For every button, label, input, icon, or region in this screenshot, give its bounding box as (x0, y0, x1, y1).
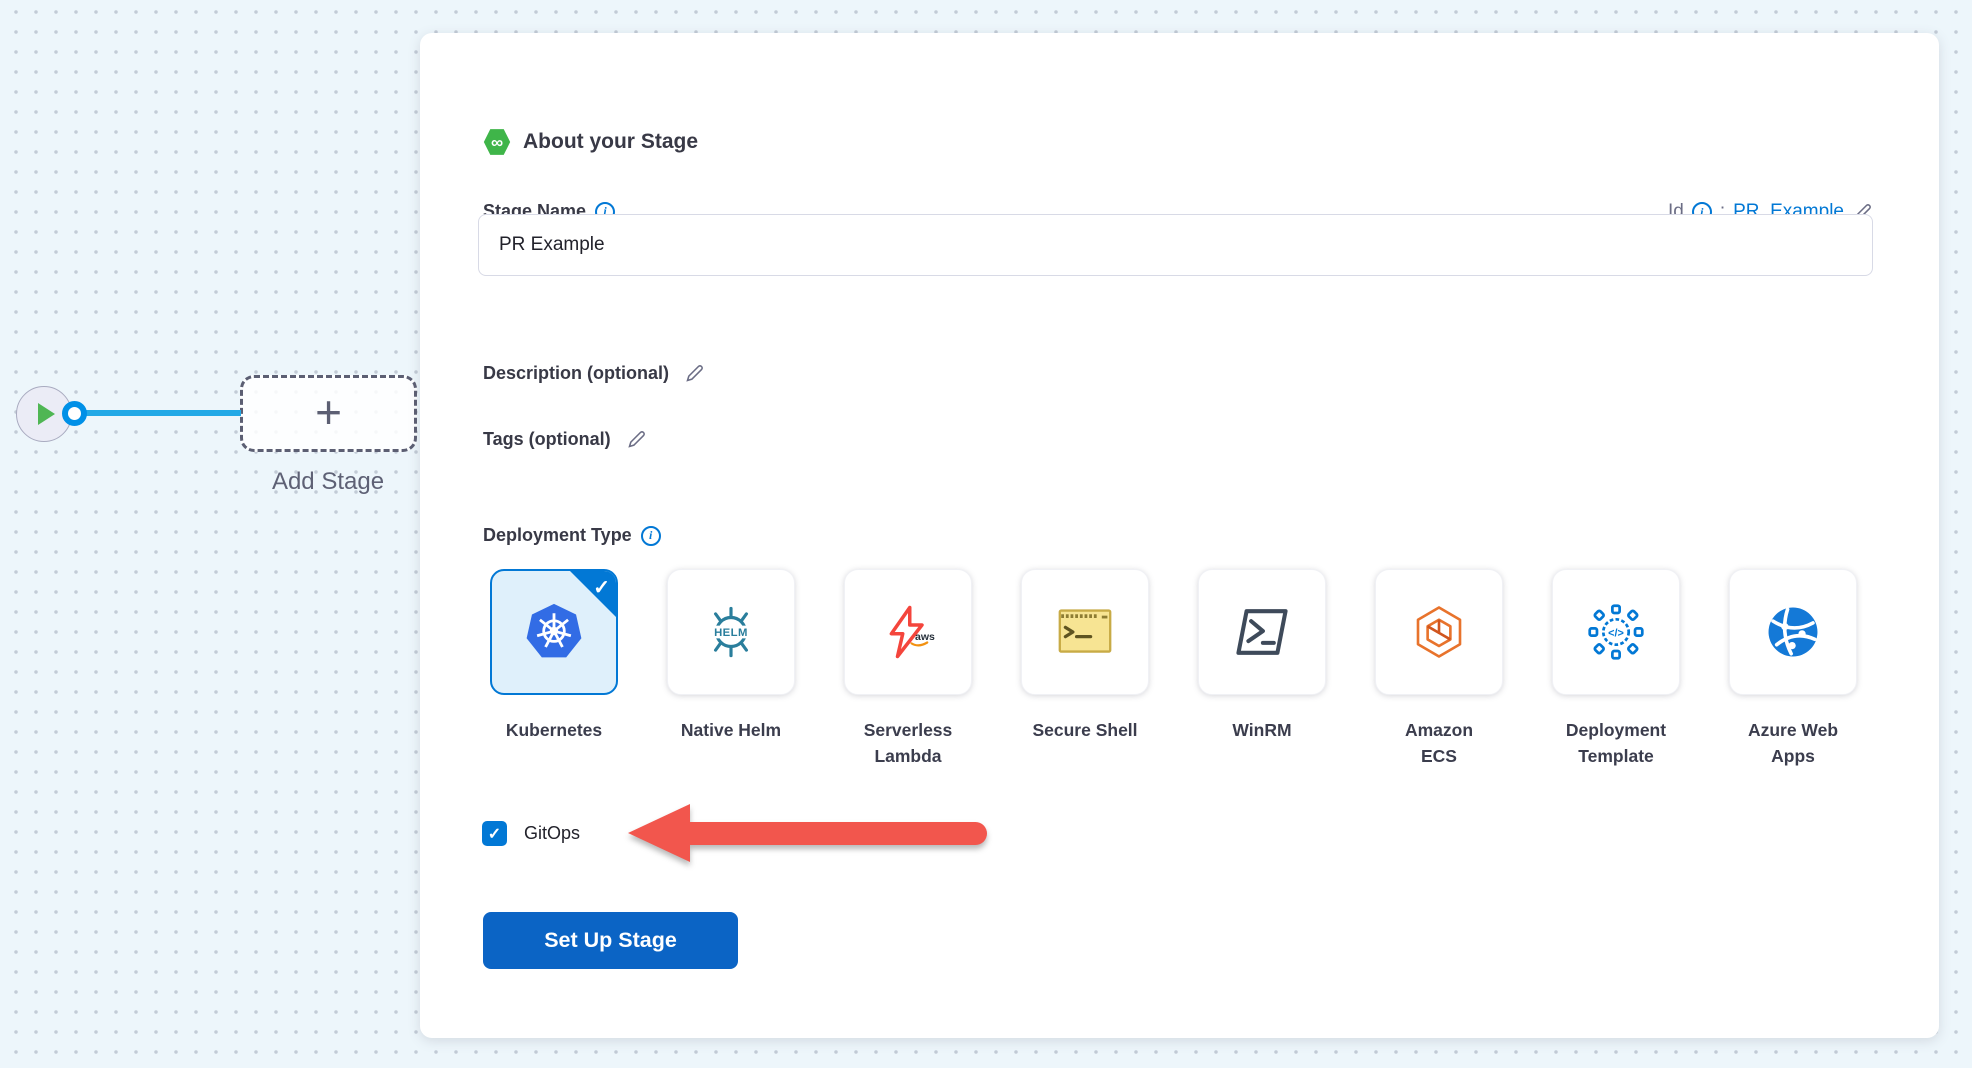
tile-label: Serverless Lambda (852, 717, 964, 770)
deployment-option-kubernetes: ✓ Kubernetes (490, 569, 618, 770)
edit-pencil-icon[interactable] (684, 363, 705, 384)
deployment-option-native-helm: HELM Native Helm (667, 569, 795, 770)
svg-text:aws: aws (915, 631, 935, 643)
tile-label: Deployment Template (1560, 717, 1672, 770)
panel-title: About your Stage (523, 130, 698, 154)
serverless-lambda-icon: aws (880, 604, 936, 660)
azure-web-apps-tile[interactable] (1729, 569, 1857, 695)
gitops-label: GitOps (524, 823, 580, 844)
deployment-option-deployment-template: </> Deployment Template (1552, 569, 1680, 770)
set-up-stage-button[interactable]: Set Up Stage (483, 912, 738, 969)
gitops-row: ✓ GitOps (482, 821, 580, 846)
amazon-ecs-icon (1411, 604, 1467, 660)
pipeline-edge-line (74, 410, 241, 416)
pipeline-connector-node[interactable] (62, 401, 87, 426)
add-stage-button[interactable]: + (240, 375, 417, 452)
deployment-type-options: ✓ Kubernetes HELM (490, 569, 1857, 770)
amazon-ecs-tile[interactable] (1375, 569, 1503, 695)
gitops-checkbox[interactable]: ✓ (482, 821, 507, 846)
tile-label: Amazon ECS (1399, 717, 1479, 770)
add-stage-label: Add Stage (228, 468, 428, 496)
secure-shell-tile[interactable] (1021, 569, 1149, 695)
kubernetes-tile[interactable]: ✓ (490, 569, 618, 695)
azure-web-apps-icon (1764, 603, 1822, 661)
tile-label: WinRM (1187, 717, 1337, 743)
cd-stage-icon: ∞ (483, 128, 511, 156)
deployment-option-amazon-ecs: Amazon ECS (1375, 569, 1503, 770)
tile-label: Secure Shell (1010, 717, 1160, 743)
description-label: Description (optional) (483, 363, 669, 384)
description-row: Description (optional) (483, 363, 705, 384)
deployment-option-serverless-lambda: aws Serverless Lambda (844, 569, 972, 770)
deployment-type-label: Deployment Type (483, 525, 632, 546)
plus-icon: + (315, 389, 342, 435)
annotation-arrow-icon (628, 804, 987, 862)
panel-header: ∞ About your Stage (483, 128, 698, 156)
deployment-option-winrm: WinRM (1198, 569, 1326, 770)
tile-label: Azure Web Apps (1743, 717, 1843, 770)
info-icon[interactable]: i (641, 526, 661, 546)
serverless-lambda-tile[interactable]: aws (844, 569, 972, 695)
checkmark-icon: ✓ (593, 575, 610, 600)
about-stage-panel: ∞ About your Stage Stage Name i Id i : P… (420, 33, 1939, 1038)
deployment-option-azure-web-apps: Azure Web Apps (1729, 569, 1857, 770)
deployment-type-label-row: Deployment Type i (483, 525, 661, 546)
checkmark-icon: ✓ (488, 824, 501, 844)
play-icon (38, 403, 55, 425)
stage-name-input[interactable] (478, 214, 1873, 276)
tags-label: Tags (optional) (483, 429, 611, 450)
tile-label: Native Helm (656, 717, 806, 743)
winrm-icon (1233, 605, 1291, 659)
svg-text:</>: </> (1608, 628, 1624, 640)
tags-row: Tags (optional) (483, 429, 647, 450)
winrm-tile[interactable] (1198, 569, 1326, 695)
deployment-template-icon: </> (1587, 603, 1645, 661)
deployment-template-tile[interactable]: </> (1552, 569, 1680, 695)
native-helm-tile[interactable]: HELM (667, 569, 795, 695)
edit-pencil-icon[interactable] (626, 429, 647, 450)
tile-label: Kubernetes (479, 717, 629, 743)
secure-shell-icon (1055, 604, 1115, 660)
svg-text:HELM: HELM (714, 627, 748, 639)
deployment-option-secure-shell: Secure Shell (1021, 569, 1149, 770)
helm-icon: HELM (702, 603, 760, 661)
